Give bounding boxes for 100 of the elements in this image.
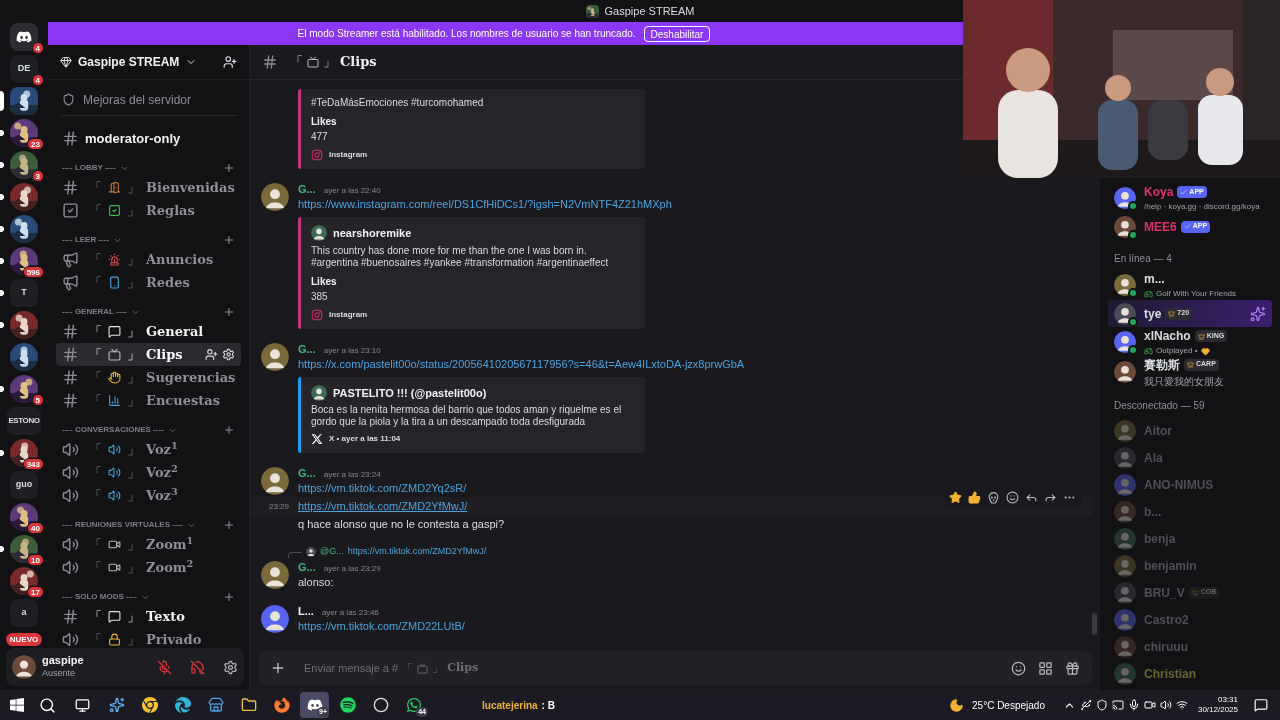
channel-item[interactable]: 「 」 Voz$^{2}$ — [56, 461, 241, 484]
embed-author[interactable]: nearshoremike — [333, 225, 412, 242]
server-button[interactable]: T — [10, 279, 38, 307]
channel-item[interactable]: 「 」 Reglas — [56, 199, 241, 222]
add-channel-icon[interactable] — [223, 424, 235, 436]
attach-icon[interactable] — [270, 660, 286, 676]
microphone-icon[interactable] — [1127, 699, 1140, 711]
message-link[interactable]: https://x.com/pastelit00o/status/2005641020567117956?s=46&t=Aew4ILxtoDA-jzx8prwGbA — [298, 355, 745, 373]
skull-icon[interactable] — [987, 490, 1000, 504]
channel-item[interactable]: 「 」 Voz$^{1}$ — [56, 438, 241, 461]
start-icon[interactable] — [9, 697, 25, 713]
sidebar-link[interactable]: Mejoras del servidor — [56, 88, 241, 111]
cast-icon[interactable] — [1111, 699, 1124, 711]
usb-icon[interactable] — [1079, 699, 1092, 711]
category-header[interactable]: ---- LOBBY ---- — [62, 162, 116, 174]
server-button[interactable] — [10, 151, 38, 179]
clock-date[interactable]: 30/12/2025 — [1197, 705, 1238, 715]
channel-item[interactable]: 「 」 Privado — [56, 628, 241, 651]
channel-item[interactable]: 「 」 General — [56, 320, 241, 343]
message-link[interactable]: https://vm.tiktok.com/ZMD2Yq2sR/ — [298, 480, 467, 497]
message-link[interactable]: https://www.instagram.com/reel/DS1CfHiDCs1/?igsh=N2VmNTF4Z21hMXph — [298, 196, 672, 213]
channel-item[interactable]: 「 」 Zoom$^{1}$ — [56, 533, 241, 556]
disable-button[interactable]: Deshabilitar — [643, 25, 711, 42]
server-button[interactable]: ESTONO — [7, 407, 41, 435]
author-name[interactable]: G... — [298, 465, 316, 482]
server-button[interactable] — [10, 183, 38, 211]
thumbs-up-icon[interactable] — [968, 490, 981, 504]
author-name[interactable]: L... — [298, 603, 314, 620]
message-link[interactable]: https://vm.tiktok.com/ZMD22LUtB/ — [298, 618, 465, 635]
volume-icon[interactable] — [1159, 699, 1172, 711]
server-button[interactable]: guo — [10, 471, 38, 499]
task-view-icon[interactable] — [75, 697, 90, 713]
channel-title: Clips — [340, 53, 377, 72]
server-button[interactable] — [10, 375, 38, 403]
channel-item[interactable]: 「 」 Redes — [56, 271, 241, 294]
server-button[interactable] — [10, 535, 38, 563]
add-channel-icon[interactable] — [223, 591, 235, 603]
reply-author[interactable]: @G... — [320, 545, 344, 559]
add-reaction-icon[interactable] — [1006, 490, 1019, 504]
search-icon[interactable] — [39, 696, 56, 714]
author-name[interactable]: G... — [298, 181, 316, 198]
message-link[interactable]: https://vm.tiktok.com/ZMD2YfMwJ/ — [298, 498, 468, 515]
deafen-icon[interactable] — [190, 659, 205, 675]
server-button[interactable]: a — [10, 599, 38, 627]
weather-text[interactable]: 25°C Despejado — [972, 697, 1045, 713]
channel-item[interactable]: 「 」 Bienvenidas — [56, 176, 241, 199]
channel-item[interactable]: 「 」 Encuestas — [56, 389, 241, 412]
username[interactable]: gaspipe — [42, 653, 84, 667]
server-button[interactable] — [10, 311, 38, 339]
settings-icon[interactable] — [223, 659, 238, 675]
add-channel-icon[interactable] — [223, 519, 235, 531]
embed-author[interactable]: PASTELITO !!! (@pastelit00o) — [333, 384, 487, 401]
category-header[interactable]: ---- GENERAL ---- — [62, 306, 127, 318]
count-badge: 596 — [22, 266, 44, 278]
add-channel-icon[interactable] — [223, 234, 235, 246]
category-header[interactable]: ---- REUNIONES VIRTUALES ---- — [62, 519, 183, 531]
gift-icon[interactable] — [1065, 660, 1080, 676]
server-button[interactable] — [10, 503, 38, 531]
home-button[interactable] — [10, 23, 38, 51]
channel-item[interactable]: 「 」 Texto — [56, 605, 241, 628]
author-name[interactable]: G... — [298, 340, 316, 357]
server-name[interactable]: Gaspipe STREAM — [78, 53, 180, 71]
shield-icon[interactable] — [1095, 699, 1108, 711]
channel-item[interactable]: 「 」 Zoom$^{2}$ — [56, 556, 241, 579]
channel-item[interactable]: 「 」 Sugerencias — [56, 366, 242, 389]
settings-icon[interactable] — [222, 348, 235, 361]
channel-item[interactable]: moderator-only — [56, 127, 241, 150]
server-button[interactable] — [10, 247, 38, 275]
server-button[interactable] — [10, 343, 38, 371]
category-header[interactable]: ---- CONVERSACIONES ---- — [62, 424, 164, 436]
category-header[interactable]: ---- SOLO MODS ---- — [62, 591, 137, 603]
server-button[interactable] — [10, 567, 38, 595]
reply-link[interactable]: https://vm.tiktok.com/ZMD2YfMwJ/ — [347, 545, 487, 559]
server-button[interactable] — [10, 215, 38, 243]
add-channel-icon[interactable] — [223, 306, 235, 318]
star-icon[interactable] — [949, 490, 962, 504]
category-header[interactable]: ---- LEER ---- — [62, 234, 110, 246]
server-button[interactable] — [10, 119, 38, 147]
invite-icon[interactable] — [223, 55, 237, 69]
notification-icon[interactable] — [1254, 698, 1268, 712]
server-button[interactable] — [10, 439, 38, 467]
channel-item[interactable]: 「 」 Anuncios — [56, 248, 241, 271]
channel-item[interactable]: 「 」 Voz$^{3}$ — [56, 484, 241, 507]
channel-item[interactable]: 「 」 Clips — [56, 343, 241, 366]
avatar — [1114, 215, 1136, 238]
clock-time[interactable]: 03:31 — [1217, 695, 1238, 705]
network-icon[interactable] — [1175, 699, 1188, 711]
add-channel-icon[interactable] — [223, 162, 235, 174]
speaker-icon — [62, 464, 79, 481]
timestamp: 23:29 — [269, 500, 290, 513]
mute-icon[interactable] — [157, 659, 172, 675]
camera-icon[interactable] — [1143, 699, 1156, 711]
message-input[interactable]: Enviar mensaje a # 「 」 Clips — [258, 651, 1092, 685]
invite-icon[interactable] — [205, 348, 218, 361]
server-button[interactable] — [10, 87, 38, 115]
author-name[interactable]: G... — [298, 559, 316, 576]
emoji-icon[interactable] — [1011, 660, 1026, 676]
member-item[interactable]: m... Golf With Your Friends — [1108, 270, 1272, 300]
scrollbar-thumb[interactable] — [1092, 613, 1097, 635]
apps-icon[interactable] — [1038, 660, 1053, 676]
